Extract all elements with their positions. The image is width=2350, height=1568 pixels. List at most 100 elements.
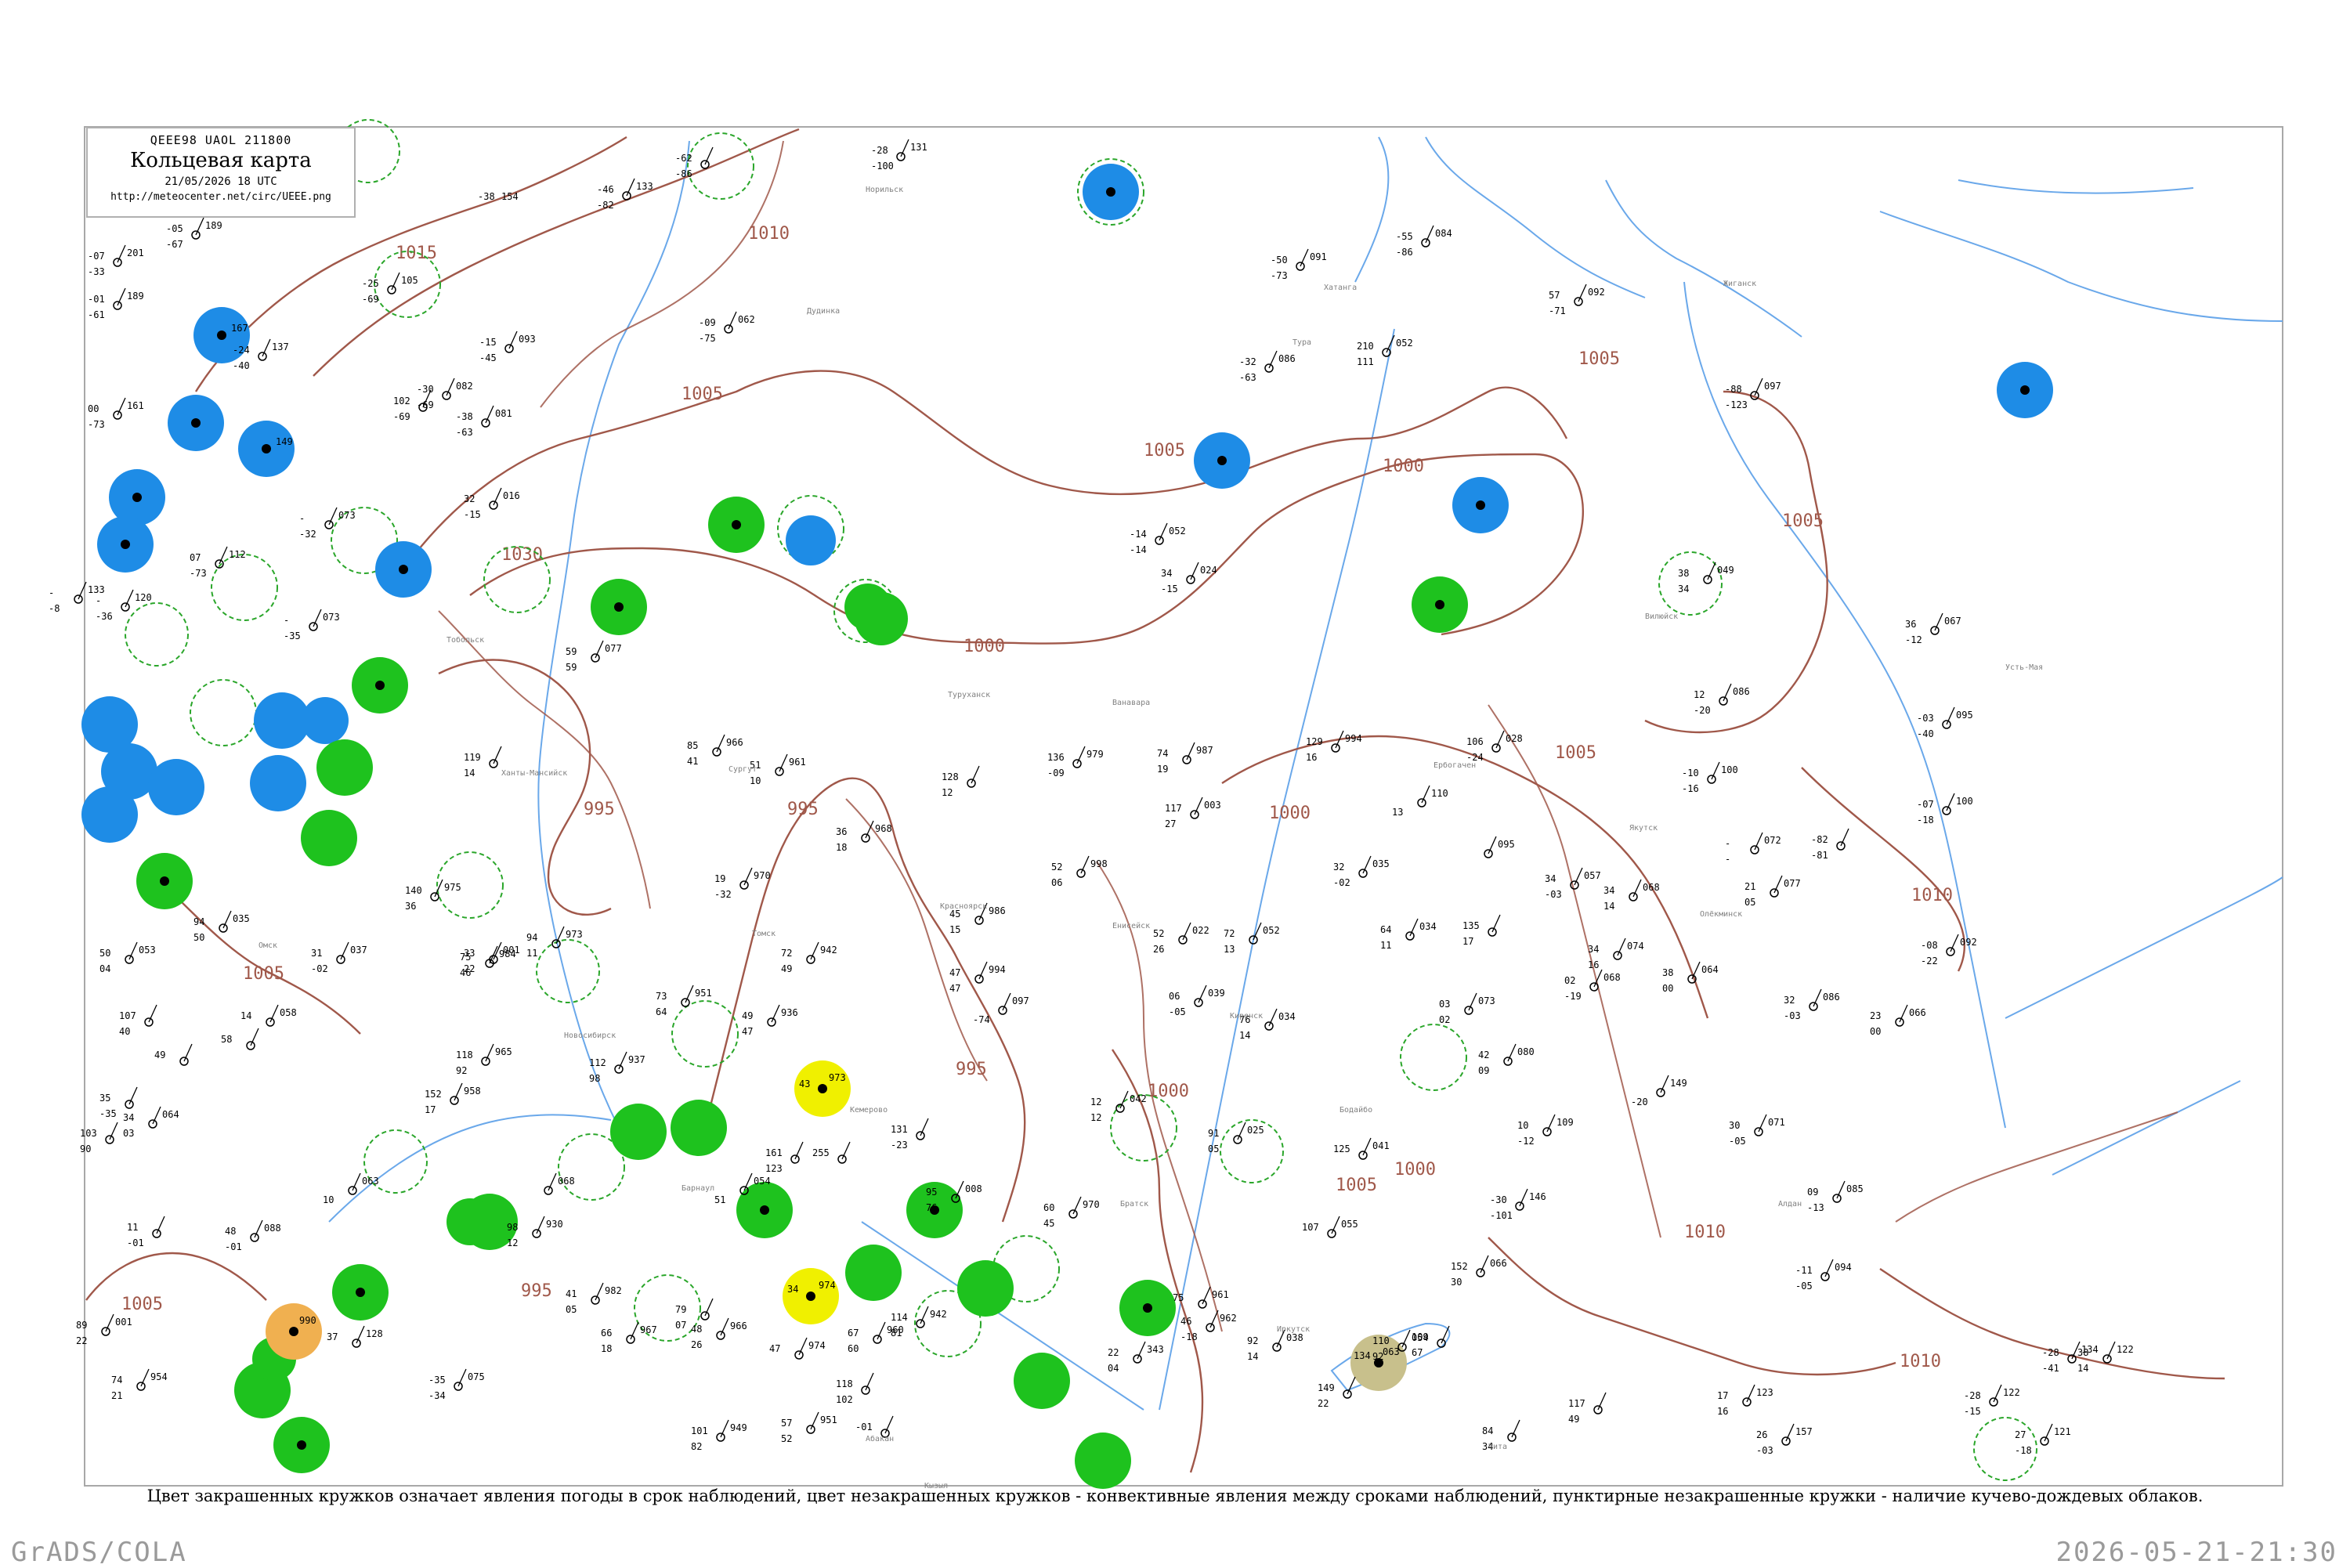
station-temp: 101 <box>691 1425 708 1436</box>
station-dewpoint: 13 <box>1392 807 1403 818</box>
station-pressure: 073 <box>1478 995 1495 1006</box>
station-dot <box>356 1288 365 1297</box>
station-dewpoint: -8 <box>49 603 60 614</box>
station-pressure: 994 <box>1345 733 1362 744</box>
station-pressure: 093 <box>519 334 536 345</box>
station-pressure: 037 <box>350 945 367 956</box>
station-dot <box>1106 187 1115 197</box>
station-temp: 50 <box>99 948 110 959</box>
station-dewpoint: -67 <box>166 239 183 250</box>
station-temp: -30 <box>417 384 434 395</box>
station-pressure: 128 <box>366 1328 383 1339</box>
station-dewpoint: 02 <box>1439 1014 1450 1025</box>
station-dewpoint: -75 <box>699 333 716 344</box>
station-temp: 33 <box>464 948 475 959</box>
station-temp: -09 <box>699 317 716 328</box>
station-temp: 112 <box>589 1057 606 1068</box>
station-pressure: 073 <box>338 510 356 521</box>
station-temp: 89 <box>76 1320 87 1331</box>
station-pressure: 052 <box>1396 338 1413 349</box>
station-temp: 58 <box>221 1034 232 1045</box>
map-date: 21/05/2026 18 UTC <box>164 175 277 188</box>
station-temp: 136 <box>1047 752 1065 763</box>
station-temp: 94 <box>193 916 204 927</box>
source-url[interactable]: http://meteocenter.net/circ/UEEE.png <box>88 191 354 203</box>
station-pressure: 979 <box>1086 749 1104 760</box>
map-header: QEEE98 UAOL 211800 Кольцевая карта 21/05… <box>86 127 356 218</box>
station-pressure: 068 <box>1643 882 1660 893</box>
station-pressure: 189 <box>127 291 144 302</box>
station-pressure: 066 <box>1909 1007 1926 1018</box>
station-temp: 135 <box>1462 920 1480 931</box>
fog-temp: 34 <box>787 1284 798 1295</box>
station-pressure: 942 <box>930 1309 947 1320</box>
station-pressure: 154 <box>501 191 519 202</box>
station-temp: 57 <box>781 1418 792 1429</box>
station-temp: 103 <box>80 1128 97 1139</box>
station-temp: 48 <box>691 1324 702 1335</box>
station-temp: 152 <box>425 1089 442 1100</box>
station-temp: 34 <box>123 1112 134 1123</box>
station-dot <box>1217 456 1227 465</box>
station-dewpoint: 05 <box>1208 1143 1219 1154</box>
station-dewpoint: -45 <box>479 352 497 363</box>
place-name: Дудинка <box>807 307 840 316</box>
station-temp: -32 <box>1239 356 1256 367</box>
station-dewpoint: 14 <box>1239 1030 1250 1041</box>
station-pressure: 974 <box>808 1340 826 1351</box>
station-dewpoint: -61 <box>88 309 105 320</box>
software-credit: GrADS/COLA <box>11 1537 187 1568</box>
station-temp: -46 <box>597 184 614 195</box>
station-dewpoint: 18 <box>836 842 847 853</box>
station-temp: - <box>49 587 54 598</box>
station-pressure: 970 <box>754 870 771 881</box>
station-dewpoint: 11 <box>526 948 537 959</box>
place-name: Енисейск <box>1112 921 1150 930</box>
station-temp: -28 <box>1964 1390 1981 1401</box>
station-dewpoint: 13 <box>1224 944 1235 955</box>
dust-pressure: 990 <box>299 1315 316 1326</box>
station-dewpoint: -41 <box>2042 1363 2059 1374</box>
station-dewpoint: 17 <box>1462 936 1473 947</box>
station-temp: 09 <box>1807 1187 1818 1198</box>
isobar-label: 1010 <box>1684 1223 1726 1242</box>
station-dewpoint: -71 <box>1549 305 1566 316</box>
station-pressure: 025 <box>1247 1125 1264 1136</box>
station-dewpoint: 16 <box>1306 752 1317 763</box>
station-dewpoint: 12 <box>1090 1112 1101 1123</box>
haze-pressure: 063 <box>1383 1346 1400 1357</box>
station-temp: 94 <box>526 932 537 943</box>
station-dewpoint: 16 <box>1717 1406 1728 1417</box>
station-temp: 72 <box>1224 928 1235 939</box>
station-dewpoint: 00 <box>1870 1026 1881 1037</box>
station-temp: 72 <box>781 948 792 959</box>
station-temp: 98 <box>507 1222 518 1233</box>
place-name: Чита <box>1488 1443 1507 1451</box>
station-temp: 152 <box>1451 1261 1468 1272</box>
station-pressure: 064 <box>1701 964 1719 975</box>
weather-map: 1015 1010 1005 1030 1005 1000 1000 995 9… <box>49 119 2283 1490</box>
isobar-label: 1005 <box>1144 441 1185 461</box>
station-pressure: 016 <box>503 490 520 501</box>
station-dewpoint: -15 <box>464 509 481 520</box>
legend-caption: Цвет закрашенных кружков означает явлени… <box>146 1487 2204 1505</box>
station-dewpoint: 14 <box>464 768 475 779</box>
place-name: Якутск <box>1629 824 1658 833</box>
station-pressure: 042 <box>1130 1093 1147 1104</box>
station-pressure: 112 <box>229 549 246 560</box>
station-dewpoint: 67 <box>1412 1347 1423 1358</box>
station-pressure: 086 <box>1278 353 1296 364</box>
station-temp: 31 <box>311 948 322 959</box>
station-pressure: 024 <box>1200 565 1217 576</box>
station-temp: -15 <box>479 337 497 348</box>
station-temp: 107 <box>119 1010 136 1021</box>
station-pressure: 951 <box>820 1414 837 1425</box>
rain-station <box>671 1100 727 1156</box>
station-pressure: 100 <box>1956 796 1973 807</box>
isobar-label: 1010 <box>1900 1352 1941 1371</box>
station-pressure: 157 <box>1795 1426 1813 1437</box>
station-pressure: 073 <box>323 612 340 623</box>
place-name: Тобольск <box>446 635 484 645</box>
station-dewpoint: -101 <box>1490 1210 1513 1221</box>
station-temp: 48 <box>225 1226 236 1237</box>
